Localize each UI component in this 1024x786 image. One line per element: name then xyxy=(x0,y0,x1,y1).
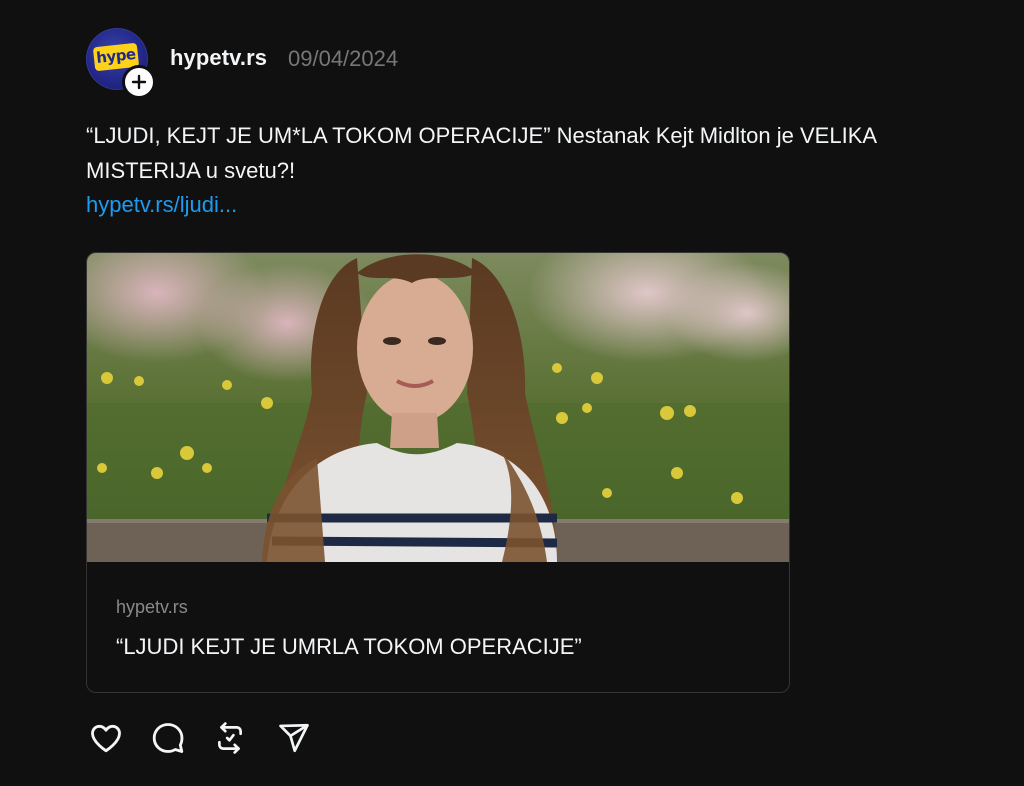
post-text: “LJUDI, KEJT JE UM*LA TOKOM OPERACIJE” N… xyxy=(86,123,876,183)
repost-icon xyxy=(218,722,242,754)
comment-button[interactable] xyxy=(148,718,188,758)
post: hype hypetv.rs 09/04/2024 “LJUDI, KEJT J… xyxy=(0,0,1024,786)
heart-icon xyxy=(91,724,121,753)
like-button[interactable] xyxy=(86,718,126,758)
repost-button[interactable] xyxy=(210,718,250,758)
username[interactable]: hypetv.rs xyxy=(170,45,267,71)
share-icon xyxy=(279,723,309,753)
card-domain: hypetv.rs xyxy=(116,597,188,617)
card-image xyxy=(87,253,789,562)
card-title: “LJUDI KEJT JE UMRLA TOKOM OPERACIJE” xyxy=(116,634,582,659)
follow-button[interactable] xyxy=(122,65,156,99)
link-preview-card[interactable]: hypetv.rs “LJUDI KEJT JE UMRLA TOKOM OPE… xyxy=(86,252,790,693)
post-date[interactable]: 09/04/2024 xyxy=(288,46,398,72)
post-link[interactable]: hypetv.rs/ljudi... xyxy=(86,192,237,218)
share-button[interactable] xyxy=(274,718,314,758)
plus-icon xyxy=(131,74,147,90)
comment-icon xyxy=(152,723,184,753)
